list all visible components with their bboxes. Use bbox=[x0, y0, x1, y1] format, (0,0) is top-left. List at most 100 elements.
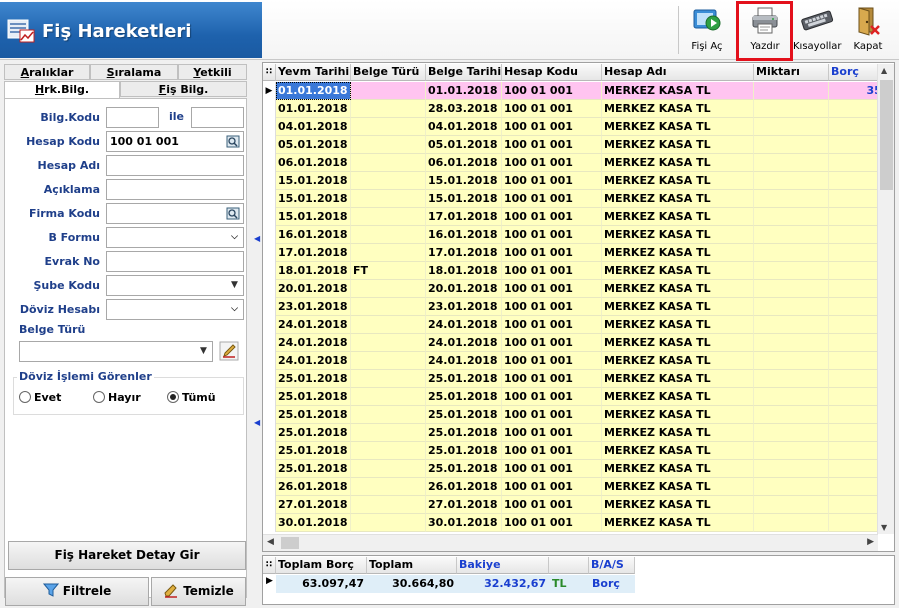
scroll-left-icon[interactable]: ◀ bbox=[267, 537, 274, 547]
cell-yevm-tarihi[interactable]: 25.01.2018 bbox=[276, 388, 351, 406]
cell-belge-turu[interactable] bbox=[351, 172, 426, 190]
cell-hesap-kodu[interactable]: 100 01 001 bbox=[502, 154, 602, 172]
cell-belge-turu[interactable] bbox=[351, 298, 426, 316]
table-row[interactable]: 01.01.2018 28.03.2018 100 01 001 MERKEZ KAS… bbox=[263, 100, 889, 118]
cell-belge-tarihi[interactable]: 20.01.2018 bbox=[426, 280, 502, 298]
column-header-hesap-adi[interactable]: Hesap Adı bbox=[602, 64, 754, 81]
table-row[interactable]: 05.01.2018 05.01.2018 100 01 001 MERKEZ KAS… bbox=[263, 136, 889, 154]
table-row[interactable]: 15.01.2018 15.01.2018 100 01 001 MERKEZ KAS… bbox=[263, 172, 889, 190]
cell-hesap-adi[interactable]: MERKEZ KASA TL bbox=[602, 370, 754, 388]
cell-belge-tarihi[interactable]: 25.01.2018 bbox=[426, 460, 502, 478]
cell-hesap-kodu[interactable]: 100 01 001 bbox=[502, 388, 602, 406]
table-row[interactable]: 20.01.2018 20.01.2018 100 01 001 MERKEZ KAS… bbox=[263, 280, 889, 298]
cell-belge-turu[interactable] bbox=[351, 352, 426, 370]
cell-yevm-tarihi[interactable]: 26.01.2018 bbox=[276, 478, 351, 496]
cell-belge-turu[interactable] bbox=[351, 280, 426, 298]
cell-hesap-adi[interactable]: MERKEZ KASA TL bbox=[602, 388, 754, 406]
cell-miktari[interactable] bbox=[754, 244, 829, 262]
cell-belge-tarihi[interactable]: 05.01.2018 bbox=[426, 136, 502, 154]
cell-hesap-kodu[interactable]: 100 01 001 bbox=[502, 280, 602, 298]
cell-miktari[interactable] bbox=[754, 370, 829, 388]
cell-hesap-adi[interactable]: MERKEZ KASA TL bbox=[602, 298, 754, 316]
cell-hesap-adi[interactable]: MERKEZ KASA TL bbox=[602, 154, 754, 172]
cell-miktari[interactable] bbox=[754, 406, 829, 424]
cell-hesap-adi[interactable]: MERKEZ KASA TL bbox=[602, 334, 754, 352]
cell-belge-tarihi[interactable]: 25.01.2018 bbox=[426, 388, 502, 406]
cell-hesap-kodu[interactable]: 100 01 001 bbox=[502, 82, 602, 100]
kisayollar-button[interactable]: Kısayollar bbox=[793, 4, 842, 56]
cell-belge-turu[interactable] bbox=[351, 190, 426, 208]
cell-yevm-tarihi[interactable]: 05.01.2018 bbox=[276, 136, 351, 154]
cell-yevm-tarihi[interactable]: 25.01.2018 bbox=[276, 442, 351, 460]
cell-hesap-kodu[interactable]: 100 01 001 bbox=[502, 406, 602, 424]
cell-belge-tarihi[interactable]: 17.01.2018 bbox=[426, 208, 502, 226]
b-formu-select[interactable]: ⌵ bbox=[106, 227, 244, 248]
row-indicator[interactable] bbox=[263, 424, 276, 442]
row-indicator[interactable] bbox=[263, 190, 276, 208]
cell-miktari[interactable] bbox=[754, 316, 829, 334]
radio-evet[interactable]: Evet bbox=[19, 391, 61, 404]
cell-miktari[interactable] bbox=[754, 442, 829, 460]
table-row[interactable]: 04.01.2018 04.01.2018 100 01 001 MERKEZ KAS… bbox=[263, 118, 889, 136]
table-row[interactable]: 25.01.2018 25.01.2018 100 01 001 MERKEZ KAS… bbox=[263, 370, 889, 388]
cell-yevm-tarihi[interactable]: 17.01.2018 bbox=[276, 244, 351, 262]
column-header-miktari[interactable]: Miktarı bbox=[754, 64, 829, 81]
tab-siralama[interactable]: Sıralama bbox=[90, 64, 178, 80]
table-row[interactable]: 25.01.2018 25.01.2018 100 01 001 MERKEZ KAS… bbox=[263, 424, 889, 442]
cell-belge-turu[interactable] bbox=[351, 388, 426, 406]
kapat-button[interactable]: Kapat bbox=[845, 4, 891, 56]
cell-hesap-kodu[interactable]: 100 01 001 bbox=[502, 244, 602, 262]
cell-hesap-kodu[interactable]: 100 01 001 bbox=[502, 334, 602, 352]
cell-yevm-tarihi[interactable]: 20.01.2018 bbox=[276, 280, 351, 298]
temizle-button[interactable]: Temizle bbox=[151, 577, 246, 606]
row-indicator[interactable] bbox=[263, 136, 276, 154]
doviz-hesabi-select[interactable]: ⌵ bbox=[106, 299, 244, 320]
cell-hesap-adi[interactable]: MERKEZ KASA TL bbox=[602, 118, 754, 136]
cell-belge-turu[interactable] bbox=[351, 334, 426, 352]
cell-belge-turu[interactable] bbox=[351, 154, 426, 172]
cell-yevm-tarihi[interactable]: 24.01.2018 bbox=[276, 334, 351, 352]
cell-miktari[interactable] bbox=[754, 424, 829, 442]
table-row[interactable]: 06.01.2018 06.01.2018 100 01 001 MERKEZ KAS… bbox=[263, 154, 889, 172]
cell-hesap-adi[interactable]: MERKEZ KASA TL bbox=[602, 244, 754, 262]
tab-hrk-bilg[interactable]: Hrk.Bilg. bbox=[4, 81, 120, 99]
row-indicator[interactable] bbox=[263, 208, 276, 226]
cell-hesap-kodu[interactable]: 100 01 001 bbox=[502, 478, 602, 496]
cell-miktari[interactable] bbox=[754, 118, 829, 136]
table-row[interactable]: 27.01.2018 27.01.2018 100 01 001 MERKEZ KAS… bbox=[263, 496, 889, 514]
lookup-icon[interactable] bbox=[226, 135, 240, 148]
cell-belge-tarihi[interactable]: 04.01.2018 bbox=[426, 118, 502, 136]
cell-hesap-adi[interactable]: MERKEZ KASA TL bbox=[602, 136, 754, 154]
belge-turu-select[interactable]: ▼ bbox=[19, 341, 213, 362]
cell-hesap-kodu[interactable]: 100 01 001 bbox=[502, 442, 602, 460]
cell-hesap-kodu[interactable]: 100 01 001 bbox=[502, 496, 602, 514]
row-indicator[interactable] bbox=[263, 316, 276, 334]
cell-hesap-adi[interactable]: MERKEZ KASA TL bbox=[602, 226, 754, 244]
cell-hesap-kodu[interactable]: 100 01 001 bbox=[502, 514, 602, 532]
cell-hesap-kodu[interactable]: 100 01 001 bbox=[502, 262, 602, 280]
cell-miktari[interactable] bbox=[754, 82, 829, 100]
cell-yevm-tarihi[interactable]: 25.01.2018 bbox=[276, 424, 351, 442]
row-indicator[interactable] bbox=[263, 154, 276, 172]
row-indicator[interactable] bbox=[263, 460, 276, 478]
cell-yevm-tarihi[interactable]: 24.01.2018 bbox=[276, 316, 351, 334]
table-row[interactable]: 16.01.2018 16.01.2018 100 01 001 MERKEZ KAS… bbox=[263, 226, 889, 244]
cell-yevm-tarihi[interactable]: 06.01.2018 bbox=[276, 154, 351, 172]
cell-belge-tarihi[interactable]: 25.01.2018 bbox=[426, 406, 502, 424]
radio-tumu[interactable]: Tümü bbox=[167, 391, 216, 404]
cell-hesap-kodu[interactable]: 100 01 001 bbox=[502, 370, 602, 388]
cell-miktari[interactable] bbox=[754, 478, 829, 496]
cell-hesap-adi[interactable]: MERKEZ KASA TL bbox=[602, 514, 754, 532]
detay-gir-button[interactable]: Fiş Hareket Detay Gir bbox=[8, 541, 246, 570]
cell-hesap-kodu[interactable]: 100 01 001 bbox=[502, 226, 602, 244]
cell-belge-tarihi[interactable]: 25.01.2018 bbox=[426, 424, 502, 442]
row-indicator[interactable] bbox=[263, 334, 276, 352]
row-indicator[interactable] bbox=[263, 280, 276, 298]
cell-miktari[interactable] bbox=[754, 226, 829, 244]
row-indicator[interactable] bbox=[263, 496, 276, 514]
row-indicator[interactable] bbox=[263, 370, 276, 388]
cell-belge-turu[interactable] bbox=[351, 442, 426, 460]
table-row[interactable]: 24.01.2018 24.01.2018 100 01 001 MERKEZ KAS… bbox=[263, 334, 889, 352]
cell-hesap-adi[interactable]: MERKEZ KASA TL bbox=[602, 406, 754, 424]
cell-hesap-adi[interactable]: MERKEZ KASA TL bbox=[602, 442, 754, 460]
